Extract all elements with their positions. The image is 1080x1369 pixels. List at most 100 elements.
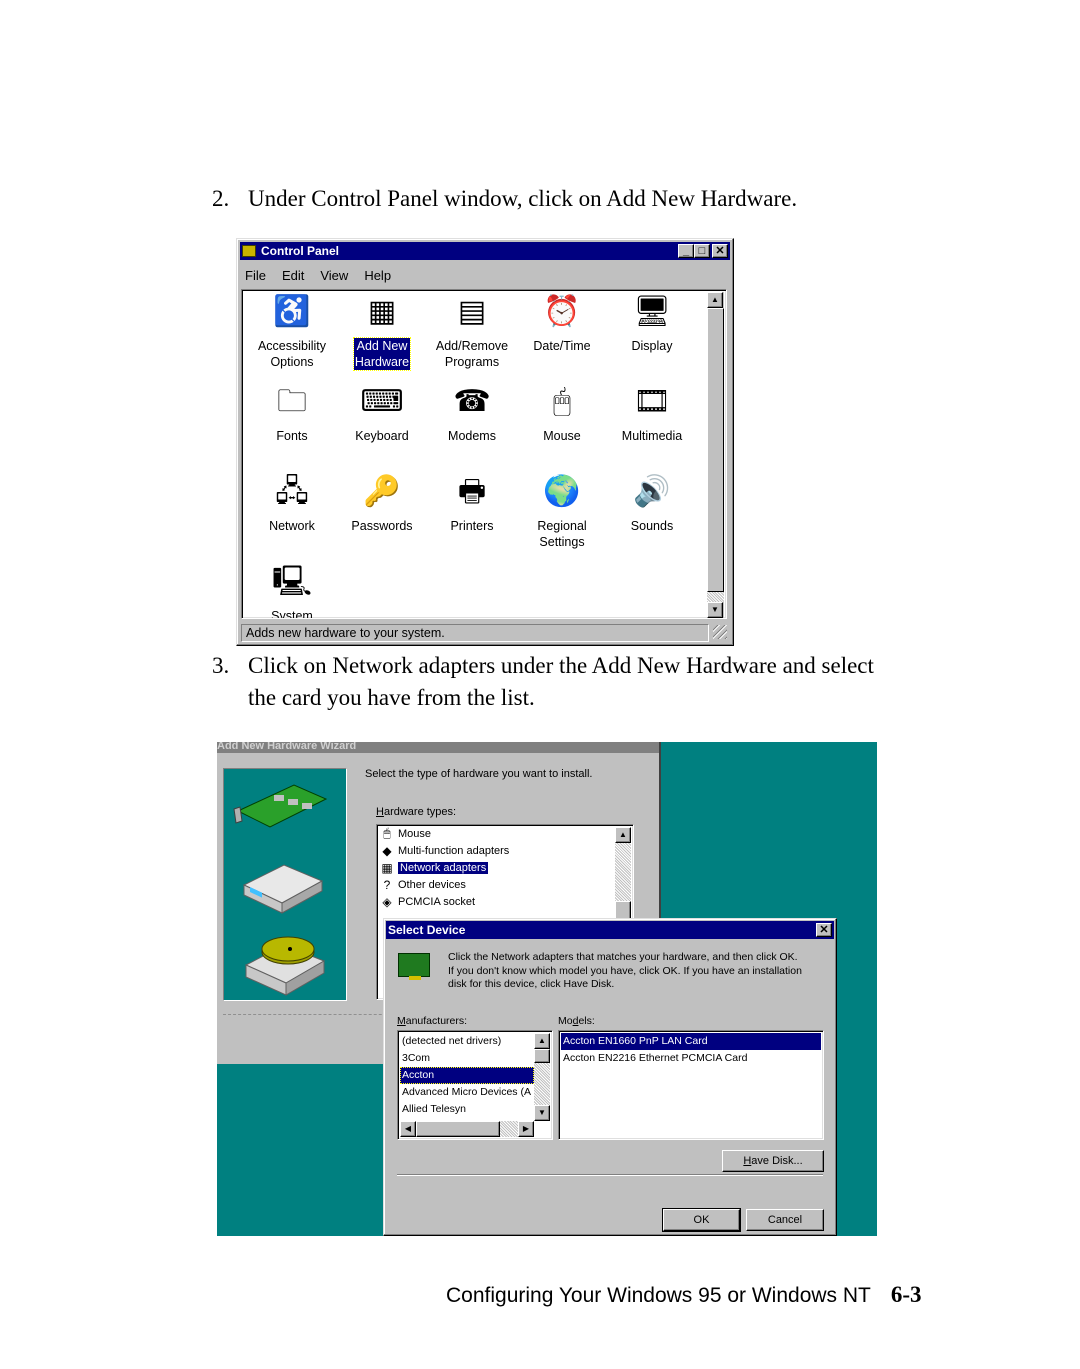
menu-help[interactable]: Help bbox=[364, 268, 391, 283]
hardware-type-item[interactable]: ? Other devices bbox=[377, 876, 633, 893]
scroll-down-arrow-icon[interactable]: ▼ bbox=[707, 602, 723, 618]
hardware-type-item[interactable]: ◆ Multi-function adapters bbox=[377, 842, 633, 859]
sounds-icon: 🔊 bbox=[633, 475, 671, 508]
page-number: 6-3 bbox=[890, 1282, 922, 1307]
control-panel-item-date-time[interactable]: ⏰ Date/Time bbox=[517, 292, 607, 354]
hardware-type-item[interactable]: ▦ Network adapters bbox=[377, 859, 633, 876]
title-bar[interactable]: Control Panel _ □ ✕ bbox=[240, 242, 730, 260]
scroll-track[interactable] bbox=[500, 1121, 518, 1137]
menu-view[interactable]: View bbox=[320, 268, 348, 283]
expansion-card-icon bbox=[233, 784, 328, 828]
item-label: Keyboard bbox=[355, 429, 409, 443]
item-label: Accessibility Options bbox=[257, 339, 327, 369]
dialog-message: Click the Network adapters that matches … bbox=[448, 951, 802, 990]
maximize-button[interactable]: □ bbox=[694, 244, 710, 258]
scroll-track[interactable] bbox=[707, 592, 724, 602]
manufacturer-item[interactable]: Advanced Micro Devices (A bbox=[400, 1084, 534, 1101]
control-panel-item-passwords[interactable]: 🔑 Passwords bbox=[337, 472, 427, 534]
wizard-prompt: Select the type of hardware you want to … bbox=[365, 768, 593, 780]
scroll-thumb[interactable] bbox=[707, 308, 724, 592]
item-label: Date/Time bbox=[533, 339, 591, 353]
manufacturer-item[interactable]: 3Com bbox=[400, 1050, 534, 1067]
control-panel-item-fonts[interactable]: 🗀 Fonts bbox=[247, 382, 337, 444]
manufacturer-item[interactable]: (detected net drivers) bbox=[400, 1033, 534, 1050]
step-number: 3. bbox=[212, 653, 230, 678]
model-item[interactable]: Accton EN1660 PnP LAN Card bbox=[561, 1033, 821, 1050]
scroll-down-arrow-icon[interactable]: ▼ bbox=[534, 1105, 550, 1121]
fonts-icon: 🗀 bbox=[277, 385, 307, 418]
item-label: Modems bbox=[448, 429, 496, 443]
control-panel-item-system[interactable]: 🖳 System bbox=[247, 562, 337, 619]
control-panel-item-mouse[interactable]: 🖱 Mouse bbox=[517, 382, 607, 444]
close-button[interactable]: ✕ bbox=[816, 923, 832, 937]
scroll-track[interactable] bbox=[534, 1063, 550, 1105]
control-panel-item-accessibility[interactable]: ♿ Accessibility Options bbox=[247, 292, 337, 370]
control-panel-item-sounds[interactable]: 🔊 Sounds bbox=[607, 472, 697, 534]
system-icon: 🖳 bbox=[271, 565, 313, 598]
hardware-type-label: Multi-function adapters bbox=[398, 844, 510, 857]
models-list[interactable]: Accton EN1660 PnP LAN Card Accton EN2216 … bbox=[558, 1030, 824, 1140]
step-text-line2: the card you have from the list. bbox=[248, 685, 535, 710]
step-3-instruction: 3. Click on Network adapters under the Ad… bbox=[212, 650, 874, 714]
ok-button[interactable]: OK bbox=[662, 1208, 741, 1232]
hardware-type-icon: ◈ bbox=[382, 894, 392, 909]
control-panel-item-multimedia[interactable]: 🎞 Multimedia bbox=[607, 382, 697, 444]
accessibility-icon: ♿ bbox=[273, 295, 311, 328]
model-item[interactable]: Accton EN2216 Ethernet PCMCIA Card bbox=[561, 1050, 821, 1067]
wizard-title-bar[interactable]: Add New Hardware Wizard bbox=[217, 742, 659, 753]
item-label: Sounds bbox=[630, 519, 674, 533]
control-panel-item-regional-settings[interactable]: 🌍 Regional Settings bbox=[517, 472, 607, 550]
keyboard-icon: ⌨ bbox=[360, 385, 404, 418]
scroll-up-arrow-icon[interactable]: ▲ bbox=[707, 292, 723, 308]
have-disk-button[interactable]: Have Disk... bbox=[722, 1150, 824, 1172]
dialog-divider bbox=[397, 1174, 823, 1176]
manufacturers-list[interactable]: (detected net drivers) 3Com Accton Advanced… bbox=[397, 1030, 553, 1140]
control-panel-item-display[interactable]: 🖥 Display bbox=[607, 292, 697, 354]
add-remove-programs-icon: ▤ bbox=[457, 295, 487, 328]
vertical-scrollbar[interactable]: ▲ ▼ bbox=[707, 292, 724, 618]
scroll-up-arrow-icon[interactable]: ▲ bbox=[534, 1033, 550, 1049]
mouse-icon: 🖱 bbox=[553, 385, 571, 418]
manufacturer-item[interactable]: Accton bbox=[400, 1067, 534, 1084]
control-panel-folder-icon bbox=[242, 245, 256, 257]
item-label: Passwords bbox=[351, 519, 413, 533]
horizontal-scrollbar[interactable]: ◀ ▶ bbox=[400, 1121, 534, 1137]
manufacturer-item[interactable]: Allied Telesyn bbox=[400, 1101, 534, 1118]
control-panel-item-network[interactable]: 🖧 Network bbox=[247, 472, 337, 534]
control-panel-item-keyboard[interactable]: ⌨ Keyboard bbox=[337, 382, 427, 444]
control-panel-item-add-remove-programs[interactable]: ▤ Add/Remove Programs bbox=[427, 292, 517, 370]
modems-icon: ☎ bbox=[453, 385, 491, 418]
scroll-up-arrow-icon[interactable]: ▲ bbox=[615, 827, 631, 843]
vertical-scrollbar[interactable]: ▲ ▼ bbox=[534, 1033, 550, 1121]
hardware-types-label: Hardware types: bbox=[376, 806, 457, 818]
control-panel-window: Control Panel _ □ ✕ File Edit View Help … bbox=[236, 238, 734, 646]
control-panel-item-add-new-hardware[interactable]: ▦ Add New Hardware bbox=[337, 292, 427, 371]
dialog-title-bar[interactable]: Select Device ✕ bbox=[386, 921, 834, 939]
item-label: Printers bbox=[450, 519, 494, 533]
menu-edit[interactable]: Edit bbox=[282, 268, 304, 283]
resize-grip-icon[interactable] bbox=[713, 625, 727, 639]
control-panel-item-printers[interactable]: 🖶 Printers bbox=[427, 472, 517, 534]
minimize-button[interactable]: _ bbox=[678, 244, 694, 258]
scroll-thumb[interactable] bbox=[534, 1049, 550, 1063]
scroll-right-arrow-icon[interactable]: ▶ bbox=[518, 1121, 534, 1137]
hardware-type-item[interactable]: ◈ PCMCIA socket bbox=[377, 893, 633, 910]
scroll-track[interactable] bbox=[615, 843, 631, 901]
scroll-left-arrow-icon[interactable]: ◀ bbox=[400, 1121, 416, 1137]
passwords-icon: 🔑 bbox=[363, 475, 401, 508]
close-button[interactable]: ✕ bbox=[712, 244, 728, 258]
hardware-type-icon: ? bbox=[383, 877, 391, 892]
control-panel-item-modems[interactable]: ☎ Modems bbox=[427, 382, 517, 444]
icon-view: ▲ ▼ ♿ Accessibility Options ▦ Add New Hardwar… bbox=[241, 289, 727, 619]
hardware-type-label: Other devices bbox=[398, 878, 466, 891]
hardware-type-label: Network adapters bbox=[398, 861, 489, 874]
cancel-button[interactable]: Cancel bbox=[746, 1209, 824, 1231]
scroll-thumb[interactable] bbox=[416, 1121, 500, 1137]
hardware-type-label: PCMCIA socket bbox=[398, 895, 476, 908]
hardware-type-item[interactable]: 🖱 Mouse bbox=[377, 825, 633, 842]
status-bar: Adds new hardware to your system. bbox=[241, 624, 709, 642]
item-label: System bbox=[271, 609, 313, 619]
menu-file[interactable]: File bbox=[245, 268, 266, 283]
item-label: Fonts bbox=[276, 429, 308, 443]
regional-settings-icon: 🌍 bbox=[543, 475, 581, 508]
